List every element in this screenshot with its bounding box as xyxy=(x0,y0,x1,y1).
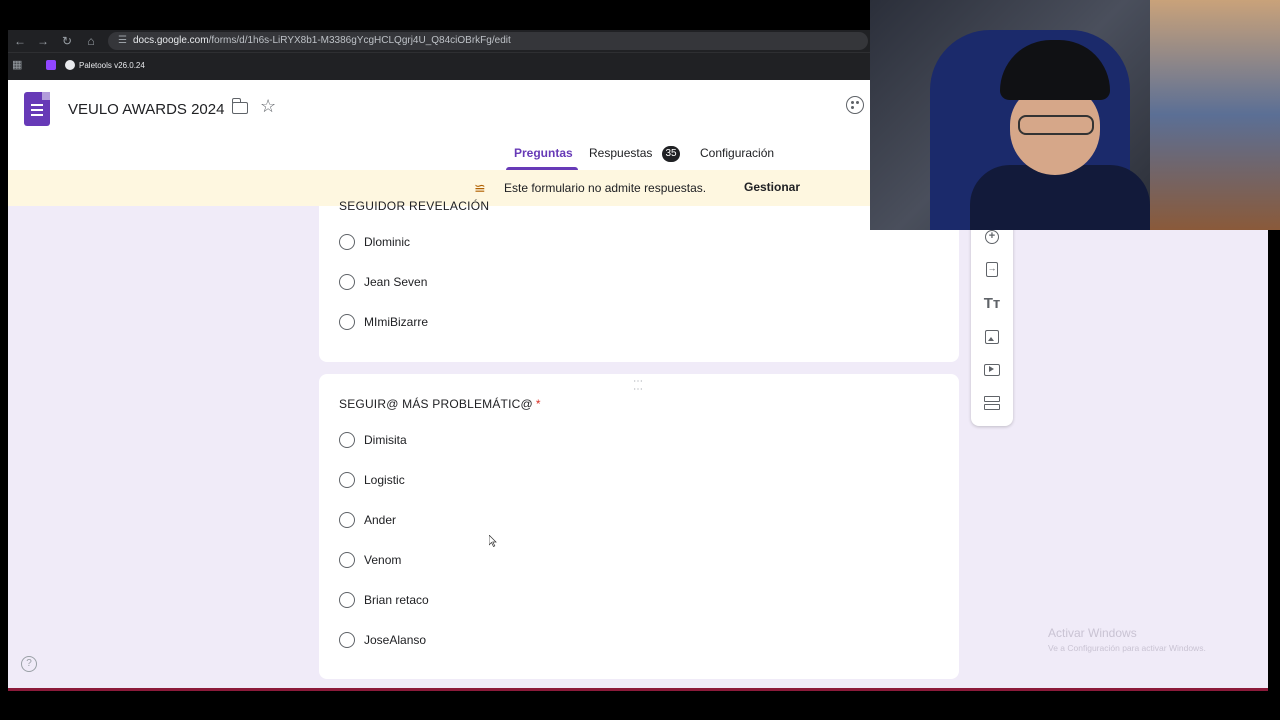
no-responses-icon: ≌ xyxy=(474,180,486,196)
floating-toolbar: + → Tт xyxy=(971,206,1013,426)
title-icon[interactable]: Tт xyxy=(982,294,1002,314)
radio-button[interactable] xyxy=(339,234,355,250)
option-label: Ander xyxy=(364,513,397,527)
question-card-1[interactable]: SEGUIDOR REVELACIÓN Dlominic Jean Seven … xyxy=(319,199,959,362)
tab-preguntas[interactable]: Preguntas xyxy=(514,146,573,160)
option-label: Venom xyxy=(364,553,402,567)
help-icon[interactable]: ? xyxy=(21,656,37,672)
twitch-bookmark[interactable] xyxy=(46,59,56,73)
question-title: SEGUIR@ MÁS PROBLEMÁTIC@ * xyxy=(339,397,541,411)
reload-icon[interactable]: ↻ xyxy=(59,33,75,49)
section-icon[interactable] xyxy=(982,393,1002,413)
image-icon[interactable] xyxy=(982,327,1002,347)
palette-icon[interactable] xyxy=(846,96,864,114)
forward-icon[interactable]: → xyxy=(35,33,51,49)
option-label: Dimisita xyxy=(364,433,407,447)
drag-handle-icon[interactable]: ⋯ ⋯ xyxy=(633,377,644,395)
webcam-background xyxy=(1150,0,1280,230)
doc-title[interactable]: VEULO AWARDS 2024 xyxy=(68,101,224,118)
add-question-icon[interactable]: + xyxy=(982,227,1002,247)
address-bar[interactable]: ☰ docs.google.com/forms/d/1h6s-LiRYX8b1-M… xyxy=(108,32,868,50)
question-title: SEGUIDOR REVELACIÓN xyxy=(339,199,490,213)
watermark-subtitle: Ve a Configuración para activar Windows. xyxy=(1048,643,1206,653)
bottom-strip xyxy=(8,688,1268,691)
url-host: docs.google.com xyxy=(132,35,209,46)
responses-count-badge: 35 xyxy=(662,146,680,162)
forms-logo-icon[interactable] xyxy=(24,92,50,126)
radio-button[interactable] xyxy=(339,314,355,330)
radio-button[interactable] xyxy=(339,632,355,648)
windows-activation-watermark: Activar Windows Ve a Configuración para … xyxy=(1048,626,1206,653)
streamer xyxy=(970,40,1150,230)
option-label: JoseAlanso xyxy=(364,633,427,647)
webcam-overlay xyxy=(870,0,1280,230)
bookmark-label: Paletools v26.0.24 xyxy=(79,61,145,70)
option-label: MImiBizarre xyxy=(364,315,429,329)
apps-icon[interactable]: ▦ xyxy=(12,59,24,71)
radio-button[interactable] xyxy=(339,274,355,290)
option-label: Logistic xyxy=(364,473,405,487)
manage-button[interactable]: Gestionar xyxy=(744,180,800,194)
globe-icon xyxy=(65,60,75,70)
required-asterisk: * xyxy=(535,397,541,411)
tab-configuracion[interactable]: Configuración xyxy=(700,146,774,160)
tab-respuestas[interactable]: Respuestas xyxy=(589,146,652,160)
url-path: /forms/d/1h6s-LiRYX8b1-M3386gYcgHCLQgrj4… xyxy=(208,35,511,46)
radio-button[interactable] xyxy=(339,472,355,488)
option-label: Jean Seven xyxy=(364,275,428,289)
option-label: Brian retaco xyxy=(364,593,429,607)
back-icon[interactable]: ← xyxy=(12,33,28,49)
twitch-icon xyxy=(46,60,56,70)
import-icon[interactable]: → xyxy=(982,260,1002,280)
radio-button[interactable] xyxy=(339,512,355,528)
radio-button[interactable] xyxy=(339,552,355,568)
radio-button[interactable] xyxy=(339,432,355,448)
banner-text: Este formulario no admite respuestas. xyxy=(504,181,707,195)
star-icon[interactable]: ☆ xyxy=(260,96,276,117)
home-icon[interactable]: ⌂ xyxy=(83,33,99,49)
radio-button[interactable] xyxy=(339,592,355,608)
video-icon[interactable] xyxy=(982,360,1002,380)
bookmark-paletools[interactable]: Paletools v26.0.24 xyxy=(65,59,145,73)
watermark-title: Activar Windows xyxy=(1048,626,1137,640)
option-label: Dlominic xyxy=(364,235,411,249)
folder-icon[interactable] xyxy=(232,98,248,114)
site-settings-icon[interactable]: ☰ xyxy=(118,35,127,46)
mouse-cursor-icon xyxy=(489,535,497,547)
question-card-2[interactable]: ⋯ ⋯ SEGUIR@ MÁS PROBLEMÁTIC@ * Dimisita Lo… xyxy=(319,374,959,679)
question-title-text: SEGUIR@ MÁS PROBLEMÁTIC@ xyxy=(339,397,533,411)
